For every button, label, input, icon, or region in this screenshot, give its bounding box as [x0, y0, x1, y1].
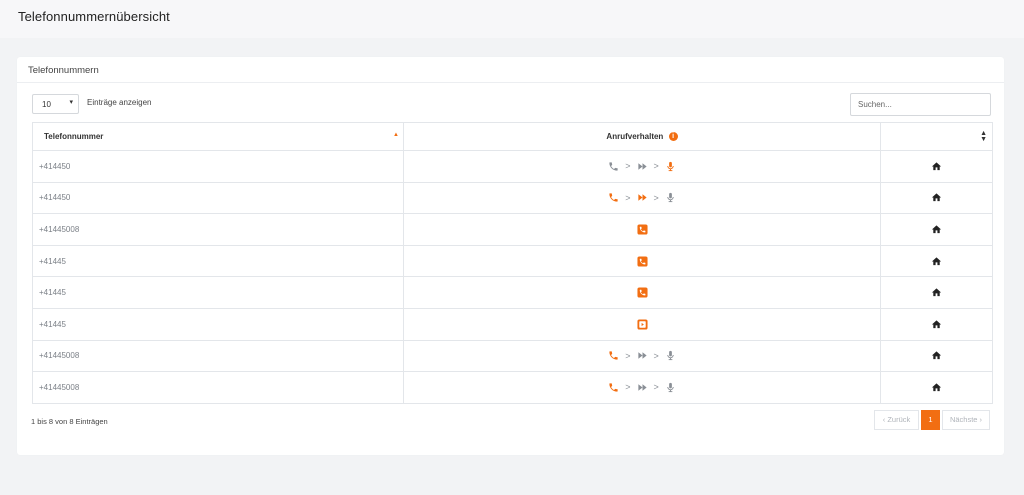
call-behavior-cell[interactable]: > > — [403, 181, 881, 215]
home-cell[interactable] — [880, 181, 993, 215]
phone-number-cell: +41445 — [32, 244, 404, 278]
home-icon — [931, 320, 942, 328]
chevron-right-icon: > — [625, 382, 631, 393]
table-row[interactable]: +41445008 — [32, 213, 993, 246]
home-cell[interactable] — [880, 244, 993, 278]
top-bar: Telefonnummernübersicht — [0, 0, 1024, 38]
home-cell[interactable] — [880, 150, 993, 183]
table-row[interactable]: +414450 > > — [32, 150, 993, 183]
column-header-number-label: Telefonnummer — [44, 132, 104, 141]
chevron-right-icon: > — [653, 350, 659, 361]
microphone-icon — [667, 161, 674, 171]
home-cell[interactable] — [880, 213, 993, 246]
phone-number-cell: +41445008 — [32, 339, 404, 373]
column-header-number[interactable]: Telefonnummer ▲ — [32, 122, 404, 151]
chevron-right-icon: > — [653, 192, 659, 203]
table-row[interactable]: +41445 — [32, 276, 993, 309]
sort-both-icon: ▲ ▼ — [980, 130, 987, 143]
call-behavior-cell[interactable] — [403, 213, 881, 246]
home-cell[interactable] — [880, 307, 993, 341]
page-length-select[interactable]: 10 ▾ — [32, 94, 79, 114]
column-header-behavior-label: Anrufverhalten — [606, 131, 664, 141]
call-behavior-cell[interactable]: > > — [403, 339, 881, 373]
phone-number-cell: +414450 — [32, 181, 404, 215]
column-header-home[interactable]: ▲ ▼ — [880, 122, 993, 151]
home-icon — [931, 256, 942, 265]
phone-icon — [609, 383, 618, 392]
fast-forward-icon — [637, 163, 647, 170]
play-square-icon — [636, 319, 648, 330]
pagination-page-1-button[interactable]: 1 — [921, 410, 940, 430]
table-row[interactable]: +41445 — [32, 244, 993, 278]
column-header-behavior[interactable]: Anrufverhalten i — [403, 122, 881, 151]
home-icon — [931, 193, 942, 202]
info-icon[interactable]: i — [668, 132, 678, 142]
page-length-value: 10 — [42, 100, 51, 109]
chevron-right-icon: > — [653, 161, 659, 172]
chevron-right-icon: > — [625, 161, 631, 172]
fast-forward-icon — [637, 352, 647, 360]
home-cell[interactable] — [880, 371, 993, 404]
home-icon — [931, 225, 942, 234]
home-icon — [931, 383, 942, 392]
call-behavior-cell[interactable]: > > — [403, 150, 881, 183]
phone-numbers-card: Telefonnummern 10 ▾ Einträge anzeigen Te… — [17, 57, 1004, 455]
phone-icon — [609, 162, 618, 171]
caret-down-icon: ▾ — [69, 99, 73, 106]
table-row[interactable]: +41445008 > > — [32, 371, 993, 404]
search-input[interactable] — [850, 93, 991, 116]
microphone-icon — [667, 193, 674, 203]
fast-forward-icon — [637, 384, 647, 391]
phone-icon — [609, 193, 618, 203]
page-title: Telefonnummernübersicht — [18, 9, 170, 24]
home-icon — [931, 162, 942, 170]
call-behavior-cell[interactable] — [403, 307, 881, 341]
phone-number-cell: +414450 — [32, 150, 404, 183]
phone-square-icon — [636, 256, 648, 267]
table-row[interactable]: +41445008 > > — [32, 339, 993, 373]
phone-number-cell: +41445 — [32, 276, 404, 309]
card-title: Telefonnummern — [28, 65, 99, 76]
home-icon — [931, 288, 942, 297]
call-behavior-cell[interactable] — [403, 276, 881, 309]
phone-square-icon — [636, 287, 648, 298]
call-behavior-cell[interactable] — [403, 244, 881, 278]
sort-asc-icon: ▲ — [393, 132, 399, 138]
table-row[interactable]: +414450 > > — [32, 181, 993, 215]
phone-numbers-table: Telefonnummer ▲ Anrufverhalten i ▲ ▼ +414… — [32, 122, 993, 404]
fast-forward-icon — [637, 194, 647, 202]
pagination-next-button[interactable]: Nächste › — [942, 410, 990, 430]
table-header-row: Telefonnummer ▲ Anrufverhalten i ▲ ▼ — [32, 122, 993, 151]
chevron-right-icon: > — [653, 382, 659, 393]
phone-number-cell: +41445 — [32, 307, 404, 341]
table-row[interactable]: +41445 — [32, 307, 993, 341]
home-cell[interactable] — [880, 276, 993, 309]
home-icon — [931, 351, 942, 360]
page-length-label: Einträge anzeigen — [87, 98, 152, 107]
microphone-icon — [667, 351, 674, 361]
call-behavior-cell[interactable]: > > — [403, 371, 881, 404]
phone-number-cell: +41445008 — [32, 213, 404, 246]
phone-number-cell: +41445008 — [32, 371, 404, 404]
pagination-prev-button[interactable]: ‹ Zurück — [874, 410, 919, 430]
table-info: 1 bis 8 von 8 Einträgen — [31, 417, 108, 426]
microphone-icon — [667, 382, 674, 393]
home-cell[interactable] — [880, 339, 993, 373]
phone-square-icon — [636, 224, 648, 235]
chevron-right-icon: > — [625, 350, 631, 361]
chevron-right-icon: > — [625, 192, 631, 203]
phone-icon — [609, 351, 618, 360]
card-header: Telefonnummern — [17, 57, 1004, 83]
